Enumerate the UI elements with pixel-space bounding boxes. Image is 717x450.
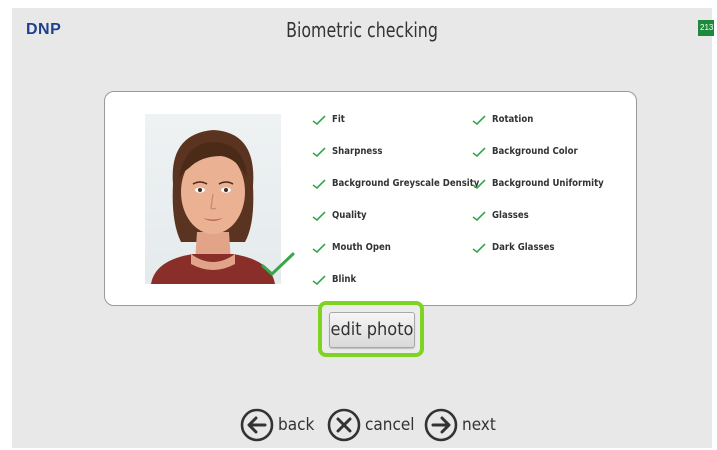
check-icon xyxy=(312,178,326,189)
arrow-right-circle-icon xyxy=(424,408,458,442)
check-item-rotation: Rotation xyxy=(472,114,533,125)
next-button[interactable]: next xyxy=(424,408,496,442)
biometric-result-panel: Fit Rotation Sharpness Background Color … xyxy=(104,91,637,306)
kiosk-screen: DNP Biometric checking 213 Fit Rotation … xyxy=(12,8,714,448)
check-icon xyxy=(472,178,486,189)
check-item-fit: Fit xyxy=(312,114,345,125)
check-item-quality: Quality xyxy=(312,210,367,221)
edit-photo-button[interactable]: edit photo xyxy=(329,312,415,348)
status-badge: 213 xyxy=(698,20,714,36)
check-item-background-color: Background Color xyxy=(472,146,578,157)
close-circle-icon xyxy=(327,408,361,442)
cancel-button[interactable]: cancel xyxy=(327,408,415,442)
check-icon xyxy=(472,114,486,125)
check-item-mouth-open: Mouth Open xyxy=(312,242,391,253)
check-icon xyxy=(472,242,486,253)
arrow-left-circle-icon xyxy=(240,408,274,442)
check-item-sharpness: Sharpness xyxy=(312,146,382,157)
check-item-background-greyscale-density: Background Greyscale Density xyxy=(312,178,479,189)
check-icon xyxy=(312,274,326,285)
check-icon xyxy=(472,146,486,157)
check-icon xyxy=(312,146,326,157)
back-button[interactable]: back xyxy=(240,408,314,442)
approved-check-icon xyxy=(261,252,295,276)
check-item-blink: Blink xyxy=(312,274,356,285)
edit-photo-highlight: edit photo xyxy=(318,301,424,357)
check-item-background-uniformity: Background Uniformity xyxy=(472,178,604,189)
page-title: Biometric checking xyxy=(286,18,438,42)
check-item-glasses: Glasses xyxy=(472,210,529,221)
check-list: Fit Rotation Sharpness Background Color … xyxy=(312,106,632,296)
check-icon xyxy=(312,210,326,221)
check-icon xyxy=(312,114,326,125)
check-icon xyxy=(312,242,326,253)
check-item-dark-glasses: Dark Glasses xyxy=(472,242,555,253)
check-icon xyxy=(472,210,486,221)
